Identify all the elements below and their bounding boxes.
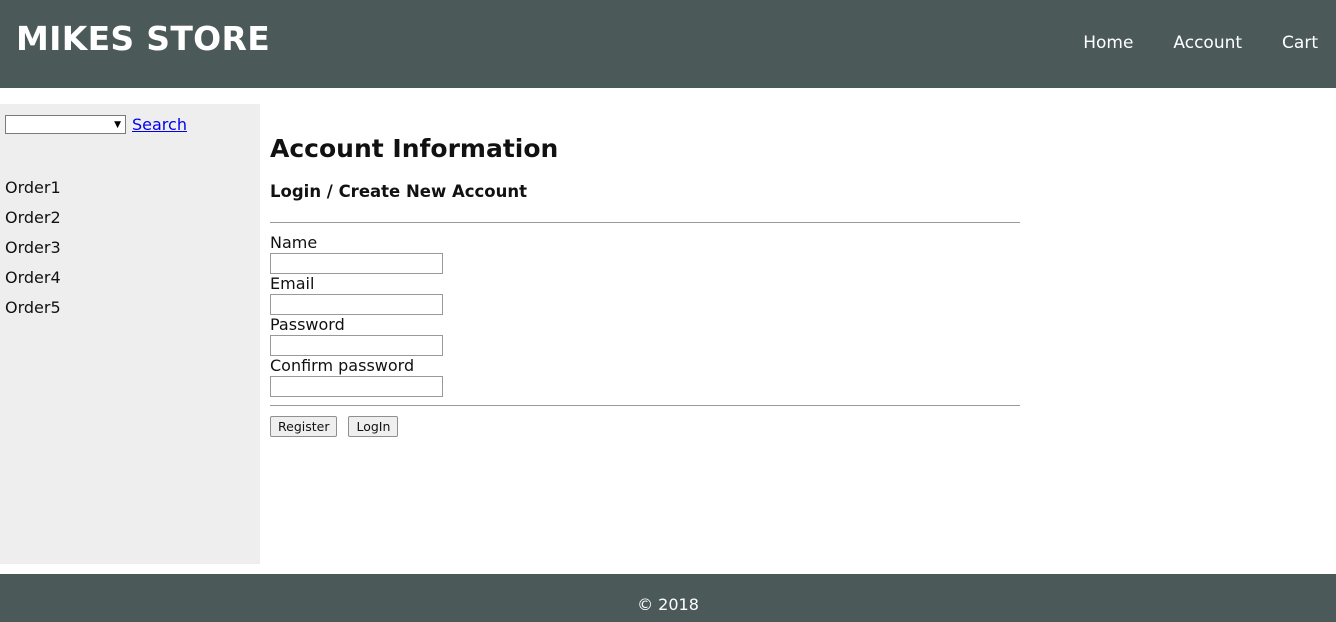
order-list: Order1 Order2 Order3 Order4 Order5 xyxy=(5,173,61,323)
order-item-1[interactable]: Order1 xyxy=(5,173,61,203)
nav-home-link[interactable]: Home xyxy=(1083,32,1133,54)
brand-title: MIKES STORE xyxy=(16,19,271,58)
order-item-2[interactable]: Order2 xyxy=(5,203,61,233)
confirm-password-input[interactable] xyxy=(270,376,443,397)
account-main: Account Information Login / Create New A… xyxy=(270,130,1020,437)
login-button[interactable]: LogIn xyxy=(348,416,399,437)
name-input[interactable] xyxy=(270,253,443,274)
register-button[interactable]: Register xyxy=(270,416,338,437)
form-actions: Register LogIn xyxy=(270,416,1020,437)
order-item-3[interactable]: Order3 xyxy=(5,233,61,263)
email-input[interactable] xyxy=(270,294,443,315)
search-select[interactable]: ▼ xyxy=(5,115,126,134)
dropdown-arrow-icon: ▼ xyxy=(114,120,121,130)
form-divider-top xyxy=(270,222,1020,223)
main-nav: Home Account Cart xyxy=(1043,32,1336,54)
page-subtitle: Login / Create New Account xyxy=(270,182,528,201)
page-title: Account Information xyxy=(270,134,559,163)
search-row: ▼ Search xyxy=(5,115,187,134)
copyright-text: © 2018 xyxy=(637,595,699,614)
password-label: Password xyxy=(270,315,345,334)
search-link[interactable]: Search xyxy=(132,115,187,134)
email-label: Email xyxy=(270,274,315,293)
order-item-5[interactable]: Order5 xyxy=(5,293,61,323)
site-header: MIKES STORE Home Account Cart xyxy=(0,0,1336,88)
nav-cart-link[interactable]: Cart xyxy=(1282,32,1318,54)
order-item-4[interactable]: Order4 xyxy=(5,263,61,293)
confirm-password-label: Confirm password xyxy=(270,356,415,375)
site-footer: © 2018 xyxy=(0,574,1336,622)
name-label: Name xyxy=(270,233,318,252)
password-input[interactable] xyxy=(270,335,443,356)
sidebar: ▼ Search Order1 Order2 Order3 Order4 Ord… xyxy=(0,104,260,564)
nav-account-link[interactable]: Account xyxy=(1173,32,1242,54)
form-divider-bottom xyxy=(270,405,1020,406)
